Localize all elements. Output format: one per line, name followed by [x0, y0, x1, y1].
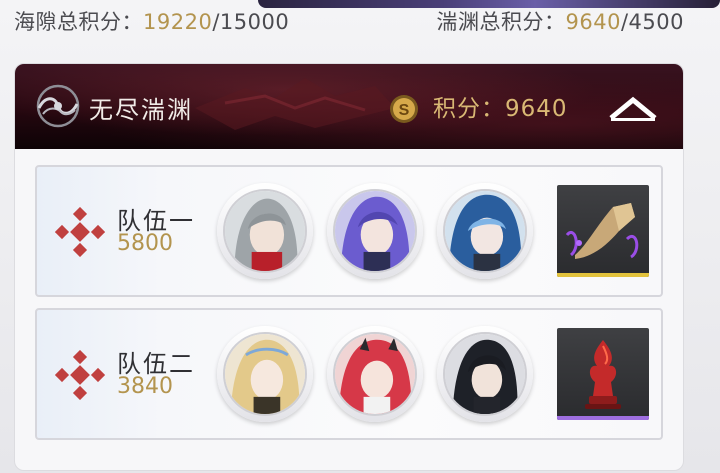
- team-emblem-icon: [55, 350, 105, 400]
- header-decoration: [195, 78, 395, 130]
- blue-hooded-character-avatar[interactable]: [437, 183, 533, 279]
- rarity-bar: [557, 273, 649, 277]
- purple-haired-character-avatar[interactable]: [327, 183, 423, 279]
- abyss-swirl-icon: [36, 84, 80, 128]
- red-flame-chess-piece[interactable]: [557, 328, 649, 420]
- character-portrait: [443, 332, 527, 416]
- sea-total-label: 海隙总积分：: [14, 10, 143, 34]
- svg-text:S: S: [399, 102, 410, 119]
- sea-total-target: /15000: [212, 10, 290, 34]
- chevron-up-icon[interactable]: [607, 94, 659, 124]
- character-portrait: [223, 332, 307, 416]
- team-card-2[interactable]: 队伍二 3840: [35, 308, 663, 440]
- panel-points: 积分：9640: [433, 96, 568, 122]
- team-emblem-icon: [55, 207, 105, 257]
- s-coin-icon: S: [390, 95, 418, 123]
- sea-total-current: 19220: [143, 10, 213, 34]
- team-score: 3840: [117, 374, 173, 399]
- character-portrait: [333, 332, 417, 416]
- abyss-total-label: 湍渊总积分：: [436, 10, 566, 34]
- golden-horn-relic[interactable]: [557, 185, 649, 277]
- team-score: 5800: [117, 231, 173, 256]
- black-haired-character-avatar[interactable]: [437, 326, 533, 422]
- red-flame-chess-piece-icon: [585, 340, 621, 409]
- abyss-total-current: 9640: [565, 10, 621, 34]
- abyss-total-target: /4500: [620, 10, 684, 34]
- panel-header[interactable]: 无尽湍渊 S 积分：9640: [15, 64, 683, 149]
- golden-horn-icon: [565, 203, 639, 259]
- character-portrait: [333, 189, 417, 273]
- character-portrait: [443, 189, 527, 273]
- red-haired-character-avatar[interactable]: [327, 326, 423, 422]
- character-portrait: [223, 189, 307, 273]
- grey-haired-character-avatar[interactable]: [217, 183, 313, 279]
- team-card-1[interactable]: 队伍一 5800: [35, 165, 663, 297]
- endless-abyss-panel: 无尽湍渊 S 积分：9640 队伍一 5800 队伍二 3840: [14, 63, 684, 471]
- sea-total-score: 海隙总积分：19220/15000: [14, 6, 289, 36]
- abyss-total-score: 湍渊总积分：9640/4500: [437, 6, 684, 36]
- rarity-bar: [557, 416, 649, 420]
- blonde-character-avatar[interactable]: [217, 326, 313, 422]
- panel-title: 无尽湍渊: [89, 96, 193, 124]
